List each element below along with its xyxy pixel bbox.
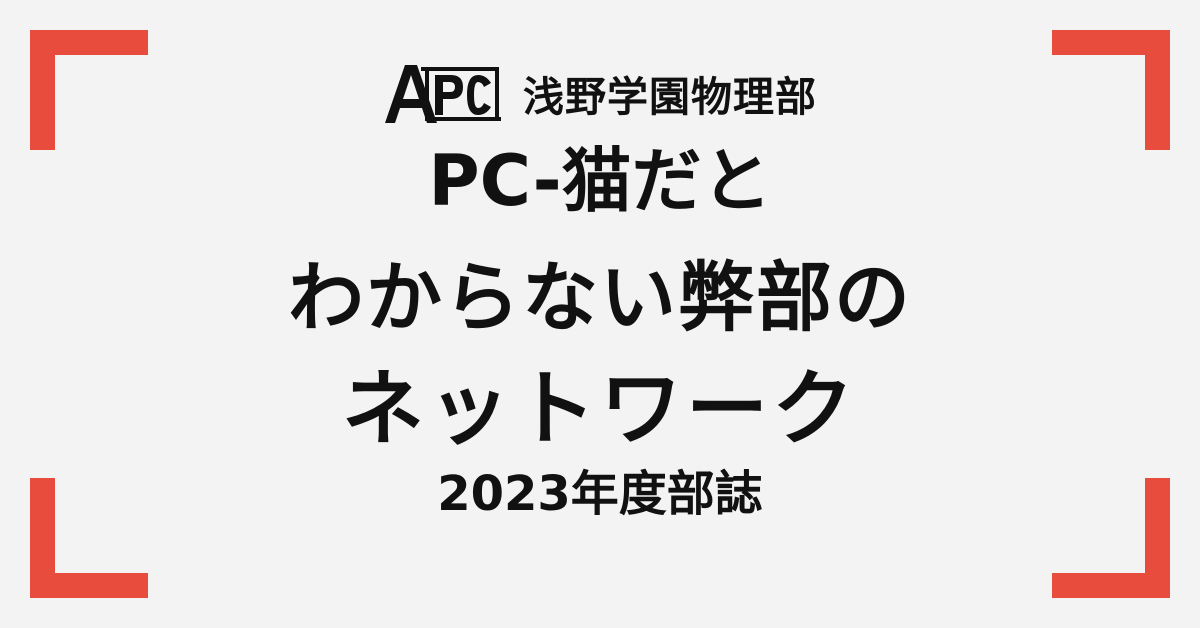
club-name: 浅野学園物理部 [523, 73, 817, 121]
title-line-2: わからない弊部の [288, 253, 912, 342]
subtitle: 2023年度部誌 [437, 466, 763, 522]
header: 浅野学園物理部 [0, 60, 1200, 126]
title-card: 浅野学園物理部 PC-猫だと わからない弊部の ネットワーク 2023年度部誌 [0, 0, 1200, 628]
apc-logo-icon [385, 65, 501, 123]
title-line-3: ネットワーク [341, 362, 858, 457]
title-line-1: PC-猫だと [428, 140, 772, 222]
